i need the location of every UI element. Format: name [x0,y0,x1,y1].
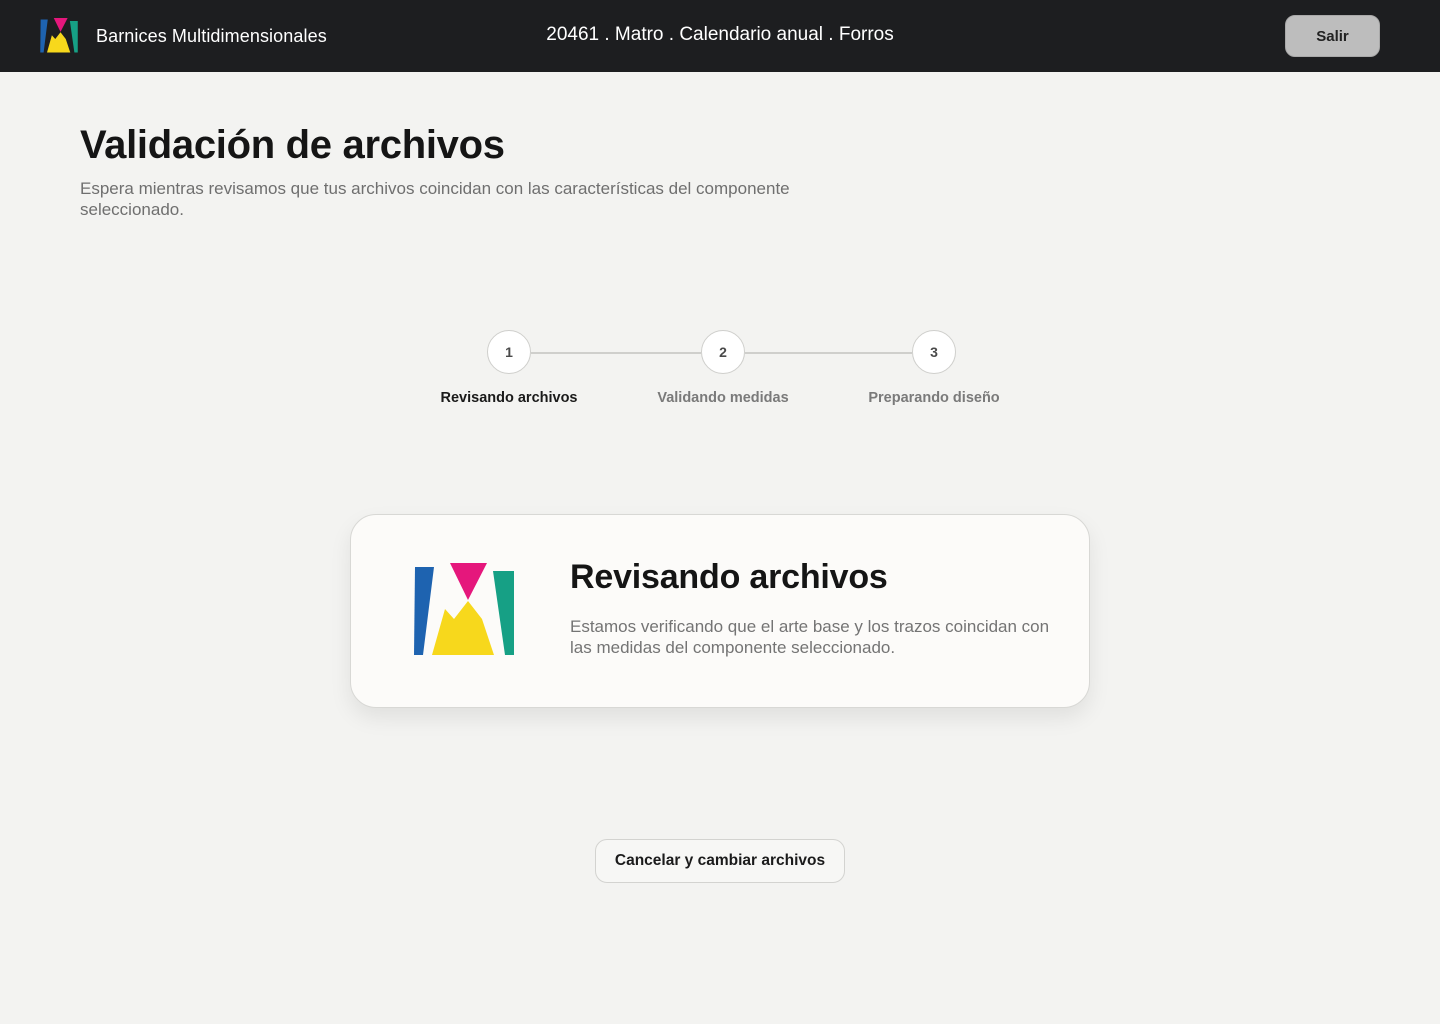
step-number: 2 [701,330,745,374]
exit-button[interactable]: Salir [1285,15,1380,57]
step-number: 3 [912,330,956,374]
step-1: 1 Revisando archivos [409,330,609,406]
status-text: Estamos verificando que el arte base y l… [570,617,1050,657]
step-number: 1 [487,330,531,374]
cancel-and-change-files-button[interactable]: Cancelar y cambiar archivos [595,839,845,883]
status-card: Revisando archivos Estamos verificando q… [350,514,1090,708]
top-bar: Barnices Multidimensionales 20461 . Matr… [0,0,1440,72]
brand-logo-icon [414,563,514,655]
step-2: 2 Validando medidas [623,330,823,406]
page-subtitle: Espera mientras revisamos que tus archiv… [80,179,790,219]
step-label: Revisando archivos [440,390,578,406]
step-label: Validando medidas [657,390,789,406]
step-label: Preparando diseño [868,390,1000,406]
job-title: 20461 . Matro . Calendario anual . Forro… [546,24,894,45]
status-title: Revisando archivos [570,558,888,596]
step-3: 3 Preparando diseño [834,330,1034,406]
page-title: Validación de archivos [80,123,505,167]
